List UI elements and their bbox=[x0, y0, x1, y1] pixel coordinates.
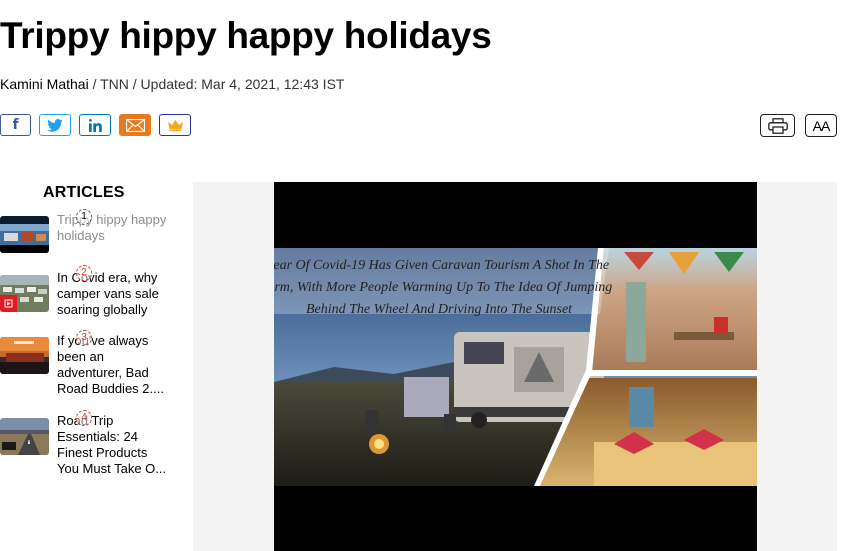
article-thumbnail bbox=[0, 337, 49, 374]
video-caption-line: Behind The Wheel And Driving Into The Su… bbox=[306, 302, 573, 317]
premium-crown-button[interactable] bbox=[159, 114, 191, 136]
linkedin-icon bbox=[88, 118, 102, 132]
article-title-link[interactable]: If you've always been an adventurer, Bad… bbox=[57, 333, 169, 397]
article-number-badge: 3 bbox=[76, 330, 92, 346]
twitter-icon bbox=[47, 118, 63, 132]
video-player[interactable]: Fear Of Covid-19 Has Given Caravan Touri… bbox=[274, 182, 757, 551]
email-share-button[interactable] bbox=[119, 114, 151, 136]
article-title: Trippy hippy happy holidays bbox=[0, 15, 492, 56]
video-frame: Fear Of Covid-19 Has Given Caravan Touri… bbox=[274, 248, 757, 486]
font-size-button[interactable]: AA bbox=[805, 114, 837, 137]
article-number-badge: 2 bbox=[76, 265, 92, 281]
article-list-item[interactable]: If you've always been an adventurer, Bad… bbox=[0, 330, 170, 399]
author-name[interactable]: Kamini Mathai bbox=[0, 76, 89, 92]
articles-heading: ARTICLES bbox=[43, 184, 125, 201]
article-list-item[interactable]: Road Trip Essentials: 24 Finest Products… bbox=[0, 410, 170, 479]
article-thumbnail bbox=[0, 275, 49, 312]
facebook-share-button[interactable]: f bbox=[0, 114, 31, 136]
article-number-badge: 1 bbox=[76, 209, 92, 225]
article-title-link[interactable]: Trippy hippy happy holidays bbox=[57, 212, 169, 244]
linkedin-share-button[interactable] bbox=[79, 114, 111, 136]
article-title-link[interactable]: Road Trip Essentials: 24 Finest Products… bbox=[57, 413, 169, 477]
byline-meta: / TNN / Updated: Mar 4, 2021, 12:43 IST bbox=[88, 76, 345, 92]
article-thumbnail bbox=[0, 216, 49, 253]
crown-icon bbox=[167, 119, 183, 131]
mail-icon bbox=[125, 118, 145, 132]
font-size-icon: AA bbox=[812, 117, 831, 134]
twitter-share-button[interactable] bbox=[39, 114, 71, 136]
video-caption-line: Fear Of Covid-19 Has Given Caravan Touri… bbox=[274, 258, 609, 273]
article-title-link[interactable]: In Covid era, why camper vans sale soari… bbox=[57, 270, 169, 318]
article-list-item[interactable]: In Covid era, why camper vans sale soari… bbox=[0, 265, 170, 320]
article-list-item[interactable]: Trippy hippy happy holidays 1 bbox=[0, 209, 170, 254]
video-caption-line: Arm, With More People Warming Up To The … bbox=[274, 280, 612, 295]
facebook-icon: f bbox=[12, 117, 19, 133]
article-number-badge: 4 bbox=[76, 410, 92, 426]
byline: Kamini Mathai / TNN / Updated: Mar 4, 20… bbox=[0, 76, 344, 92]
printer-icon bbox=[767, 117, 788, 134]
print-button[interactable] bbox=[760, 114, 795, 137]
article-thumbnail bbox=[0, 418, 49, 455]
